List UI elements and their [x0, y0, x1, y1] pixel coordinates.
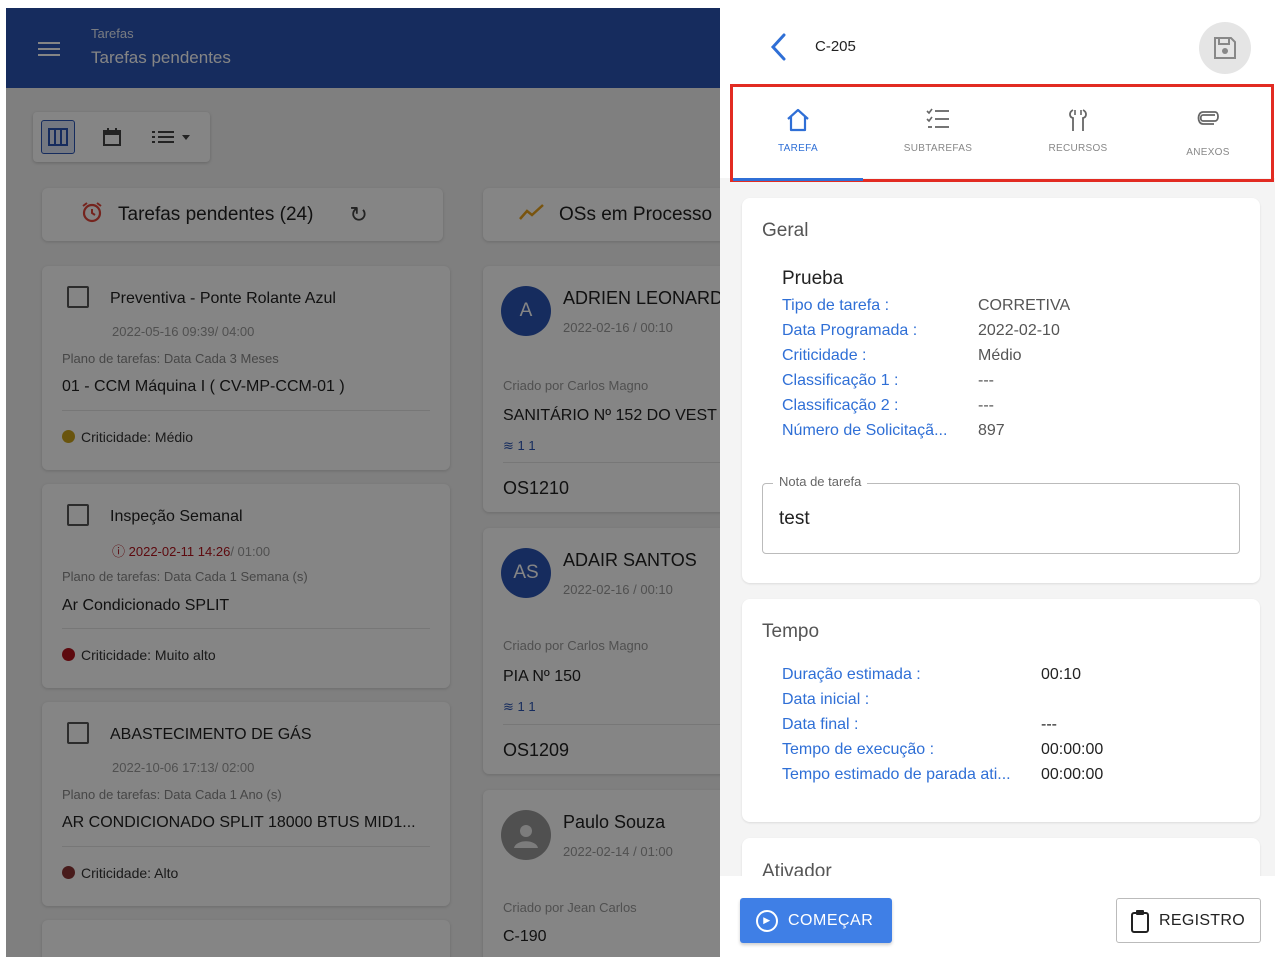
back-arrow-icon[interactable] — [768, 32, 790, 62]
field-row: Classificação 1 : --- — [782, 372, 994, 389]
tab-subtarefas[interactable]: SUBTAREFAS — [873, 87, 1003, 179]
paperclip-icon — [1195, 107, 1221, 134]
task-note-label: Nota de tarefa — [773, 474, 868, 489]
field-row: Tipo de tarefa : CORRETIVA — [782, 297, 1071, 314]
save-button[interactable] — [1199, 22, 1251, 74]
time-section: Tempo Duração estimada :00:10 Data inici… — [742, 599, 1260, 822]
tab-tarefa[interactable]: TAREFA — [733, 87, 863, 181]
general-section: Geral Prueba Tipo de tarefa : CORRETIVA D… — [742, 198, 1260, 583]
task-note-field[interactable]: Nota de tarefa test — [762, 474, 1240, 554]
field-row: Duração estimada :00:10 — [782, 666, 1082, 683]
field-row: Número de Solicitaçã... 897 — [782, 422, 1005, 439]
screen: Tarefas Tarefas pendentes Tarefas penden… — [0, 0, 1275, 957]
field-row: Classificação 2 : --- — [782, 397, 994, 414]
tools-icon — [1066, 107, 1090, 138]
tab-label: ANEXOS — [1186, 147, 1230, 158]
log-button[interactable]: REGISTRO — [1116, 898, 1261, 943]
log-button-label: REGISTRO — [1159, 911, 1245, 929]
tab-anexos[interactable]: ANEXOS — [1143, 87, 1273, 179]
section-heading: Tempo — [762, 621, 820, 642]
task-detail-panel: C-205 TAREFA SUBTAREFAS RECURSOS ANEXOS … — [720, 8, 1275, 957]
home-icon — [785, 107, 811, 138]
field-row: Tempo de execução :00:00:00 — [782, 741, 1104, 758]
play-icon: ▶ — [756, 909, 778, 932]
start-button[interactable]: ▶ COMEÇAR — [740, 898, 892, 943]
task-note-value[interactable]: test — [779, 508, 810, 530]
tab-label: SUBTAREFAS — [903, 143, 973, 154]
tabs-highlight-box: TAREFA SUBTAREFAS RECURSOS ANEXOS — [730, 84, 1274, 182]
action-bar: ▶ COMEÇAR REGISTRO — [720, 876, 1275, 957]
field-row: Data final : --- — [782, 716, 1057, 733]
task-name: Prueba — [782, 268, 844, 289]
field-row: Data Programada :2022-02-10 — [782, 322, 1060, 339]
field-row: Tempo estimado de parada ati... 00:00:00 — [782, 766, 1104, 783]
panel-header: C-205 TAREFA SUBTAREFAS RECURSOS ANEXOS — [720, 8, 1275, 182]
start-button-label: COMEÇAR — [788, 911, 874, 929]
field-row: Data inicial : — [782, 691, 870, 708]
tab-label: TAREFA — [778, 143, 818, 154]
tab-recursos[interactable]: RECURSOS — [1013, 87, 1143, 179]
field-row: Criticidade : Médio — [782, 347, 1022, 364]
clipboard-icon — [1131, 909, 1149, 933]
tab-label: RECURSOS — [1048, 143, 1108, 154]
save-icon — [1214, 37, 1236, 59]
active-tab-underline — [733, 178, 863, 181]
checklist-icon — [925, 107, 951, 136]
panel-title: C-205 — [815, 38, 856, 55]
section-heading: Geral — [762, 220, 809, 241]
